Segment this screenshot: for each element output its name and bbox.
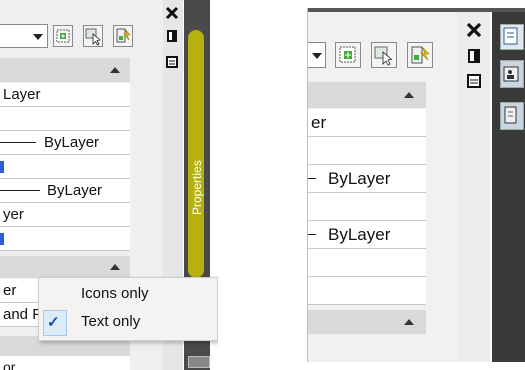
properties-palette-right: er ByLayer ByLayer [307,8,525,362]
auto-hide-button[interactable] [467,48,481,69]
properties-palette-left: Layer ByLayer ByLayer yer er and P or Pr… [0,0,218,370]
select-objects-icon [85,28,101,46]
object-type-dropdown[interactable] [0,24,48,48]
toggle-pickadd-button[interactable] [53,25,73,47]
auto-hide-button[interactable] [166,29,178,48]
tool-palettes-icon [504,106,517,124]
property-row-linetype[interactable]: ByLayer [308,221,426,249]
properties-menu-button[interactable] [467,74,481,93]
auto-hide-icon [167,30,177,42]
properties-menu-icon [166,56,178,68]
property-row[interactable] [308,137,426,165]
property-value: ByLayer [44,134,100,151]
resize-grip[interactable] [188,356,210,368]
close-button[interactable] [466,22,482,43]
select-objects-button[interactable] [371,42,397,68]
menu-item-text-only[interactable]: Text only [81,313,140,330]
select-objects-icon [374,46,393,66]
property-row[interactable]: Layer [0,83,130,107]
toggle-pickadd-icon [56,29,70,43]
property-value: yer [3,206,24,223]
color-swatch [0,233,4,245]
property-row[interactable]: er [308,109,426,137]
collapse-arrow-icon [404,92,414,98]
context-menu: Icons only ✓ Text only [38,277,218,341]
chevron-down-icon [312,53,322,59]
category-header-3d[interactable] [308,310,426,334]
select-objects-button[interactable] [83,25,103,47]
close-button[interactable] [165,6,179,25]
linetype-sample [308,234,316,235]
highlight-stroke [188,30,204,278]
palette-title-label: Properties [190,160,204,215]
property-row[interactable] [0,107,130,131]
close-icon [165,6,179,20]
checkmark-icon: ✓ [47,314,60,331]
toggle-pickadd-icon [339,46,356,63]
property-row[interactable]: and P [0,303,43,327]
color-swatch [0,161,4,173]
quick-select-button[interactable] [407,42,433,68]
quick-select-button[interactable] [113,25,133,47]
linetype-sample [0,190,40,191]
collapse-arrow-icon [404,319,414,325]
palette-tab-button[interactable] [500,102,524,130]
property-value: ByLayer [328,225,391,244]
property-row-color[interactable]: ByLayer [0,131,130,155]
property-value: and P [3,306,43,323]
linetype-sample [0,142,36,143]
property-value: ByLayer [47,182,103,199]
palette-tab-button[interactable] [500,24,524,50]
property-row[interactable] [308,193,426,221]
property-row-color[interactable]: ByLayer [308,165,426,193]
design-center-icon [503,66,519,82]
quick-select-icon [116,28,131,43]
auto-hide-icon [468,49,480,63]
collapse-arrow-icon [110,264,120,270]
quick-select-icon [411,46,430,64]
property-row[interactable] [0,227,130,251]
collapse-arrow-icon [110,67,120,73]
property-row-linetype[interactable]: ByLayer [0,179,130,203]
property-value: er [311,113,327,132]
property-row[interactable] [308,249,426,277]
property-row[interactable]: yer [0,203,130,227]
toggle-pickadd-button[interactable] [335,42,361,68]
property-row[interactable] [308,277,426,305]
menu-item-icons-only[interactable]: Icons only [81,285,149,302]
property-value: ByLayer [328,169,391,188]
category-header-3d[interactable] [0,256,130,278]
close-icon [466,22,482,38]
property-value: or [3,359,16,370]
property-row[interactable] [0,155,130,179]
object-type-dropdown[interactable] [308,42,326,68]
linetype-sample [308,178,316,179]
category-header-general[interactable] [0,58,130,82]
property-row[interactable]: or [0,356,130,370]
category-header-general[interactable] [308,82,426,108]
properties-menu-icon [467,74,481,88]
chevron-down-icon [33,34,43,40]
palette-tab-button[interactable] [500,60,524,88]
property-value: Layer [3,86,41,103]
properties-menu-button[interactable] [166,55,178,73]
property-value: er [3,282,17,299]
properties-palette-icon [503,27,518,45]
property-row[interactable]: er [0,279,40,303]
